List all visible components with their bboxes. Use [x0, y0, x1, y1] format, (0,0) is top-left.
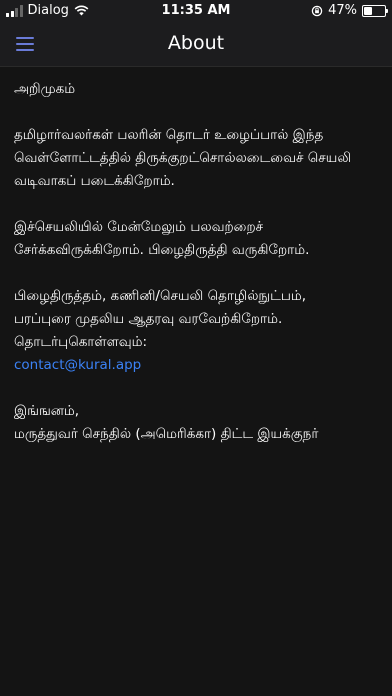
contact-label: தொடர்புகொள்ளவும்: [14, 334, 148, 350]
battery-icon [362, 4, 388, 17]
battery-percent: 47% [328, 3, 357, 18]
nav-bar: About [0, 22, 392, 67]
about-heading: அறிமுகம் [14, 81, 76, 97]
status-bar: Dialog 11:35 AM 47% [0, 0, 392, 22]
support-line: பிழைதிருத்தம், கணினி/செயலி தொழில்நுட்பம்… [14, 288, 307, 304]
page-title: About [167, 32, 225, 54]
plans-line: இச்செயலியில் மேன்மேலும் பலவற்றைச் [14, 219, 264, 235]
about-content: அறிமுகம் தமிழார்வலர்கள் பலரின் தொடர் உழை… [14, 78, 384, 469]
intro-line: வடிவாகப் படைக்கிறோம். [14, 173, 175, 189]
support-paragraph: பிழைதிருத்தம், கணினி/செயலி தொழில்நுட்பம்… [14, 285, 384, 377]
intro-line: வெள்ளோட்டத்தில் திருக்குறட்சொல்லடைவைச் ச… [14, 150, 352, 166]
status-bar-right: 47% [311, 3, 388, 18]
orientation-lock-icon [311, 5, 323, 16]
signature-line: இங்ஙனம், [14, 403, 80, 419]
intro-paragraph: தமிழார்வலர்கள் பலரின் தொடர் உழைப்பால் இந… [14, 124, 384, 193]
signature-paragraph: இங்ஙனம், மருத்துவர் செந்தில் (அமெரிக்கா)… [14, 400, 384, 446]
support-line: பரப்புரை முதலிய ஆதரவு வரவேற்கிறோம். [14, 311, 283, 327]
signature-line: மருத்துவர் செந்தில் (அமெரிக்கா) திட்ட இய… [14, 426, 319, 442]
intro-line: தமிழார்வலர்கள் பலரின் தொடர் உழைப்பால் இந… [14, 127, 324, 143]
contact-email-link[interactable]: contact@kural.app [14, 354, 384, 377]
plans-paragraph: இச்செயலியில் மேன்மேலும் பலவற்றைச் சேர்க்… [14, 216, 384, 262]
plans-line: சேர்க்கவிருக்கிறோம். பிழைதிருத்தி வருகிற… [14, 242, 310, 258]
